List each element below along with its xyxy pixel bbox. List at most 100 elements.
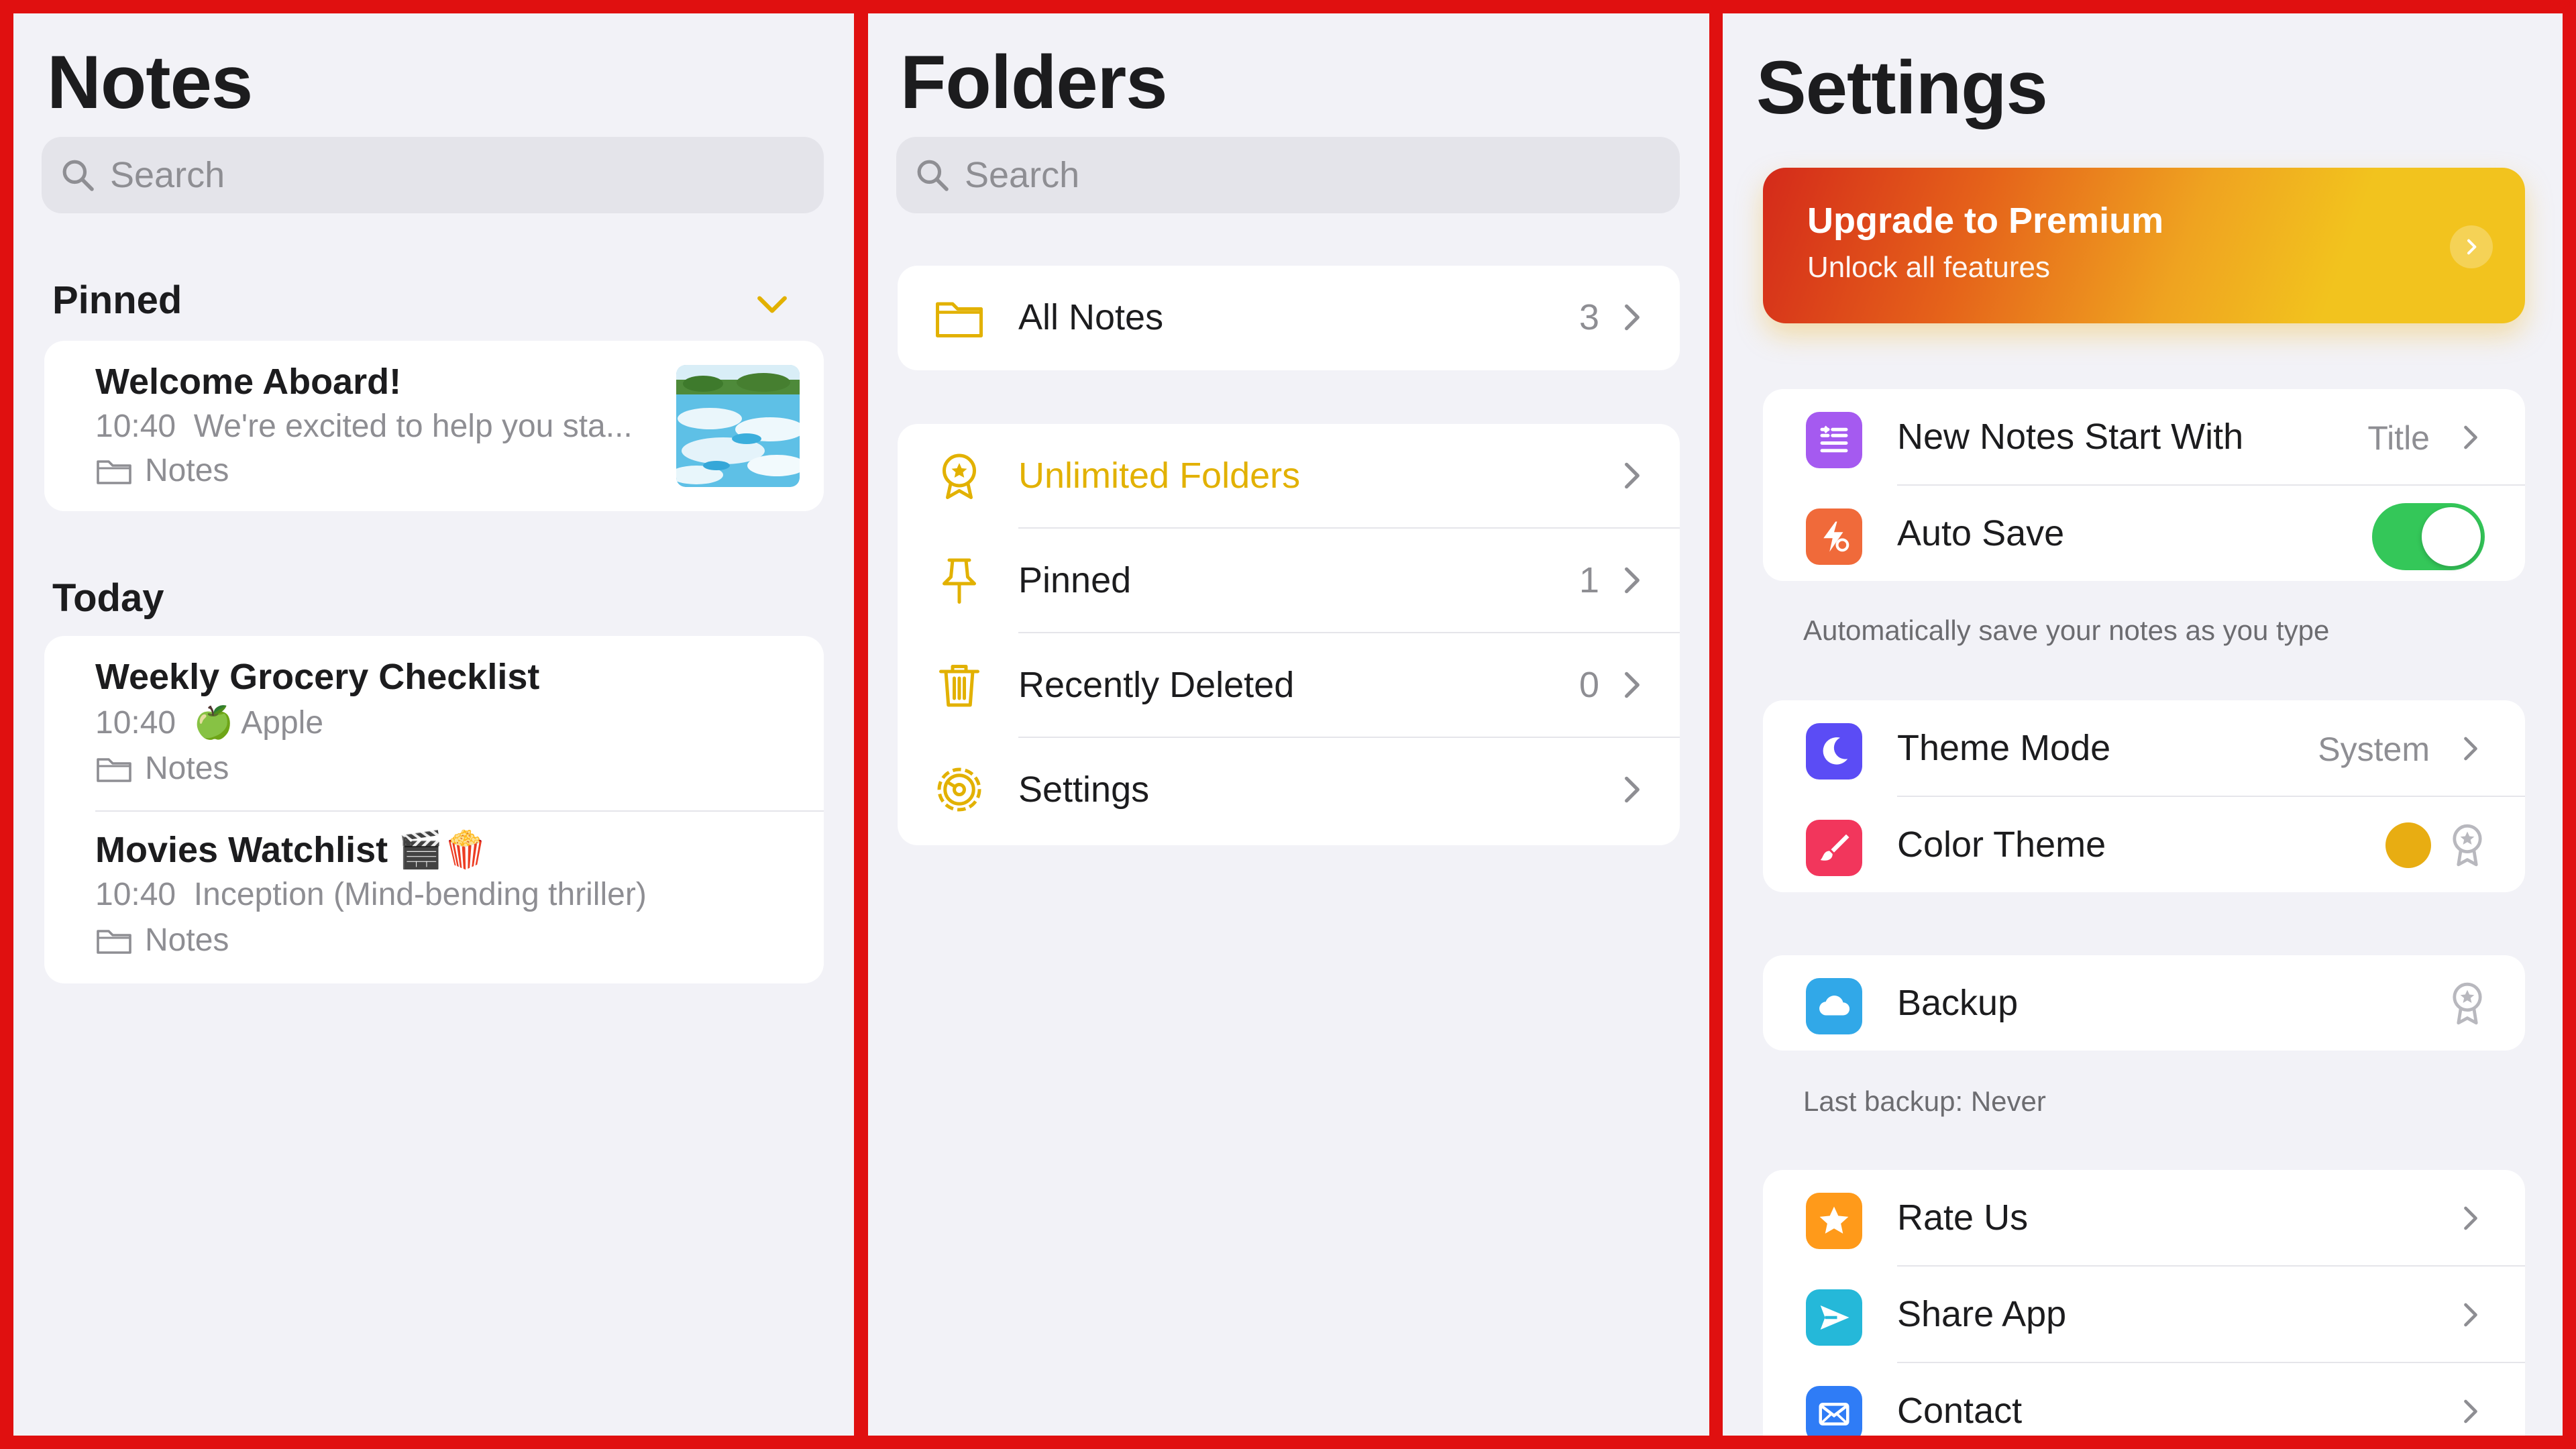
chevron-right-icon: [2464, 1303, 2477, 1327]
settings-group-editing: New Notes Start With Title Auto Save: [1763, 389, 2525, 581]
premium-badge-icon: [2453, 824, 2482, 867]
chevron-right-icon: [1625, 776, 1640, 803]
folder-count: 3: [1578, 297, 1599, 337]
note-title: Weekly Grocery Checklist: [95, 657, 540, 697]
settings-row-theme-mode[interactable]: Theme Mode System: [1763, 700, 2525, 796]
chevron-right-icon: [2464, 1399, 2477, 1424]
search-input[interactable]: [965, 154, 1578, 196]
note-title: Movies Watchlist 🎬🍿: [95, 830, 488, 870]
moon-icon: [1806, 723, 1862, 780]
folder-label: Pinned: [1018, 560, 1132, 600]
folder-icon: [97, 757, 131, 782]
upgrade-premium-banner[interactable]: Upgrade to Premium Unlock all features: [1763, 168, 2525, 323]
note-time: 10:40: [95, 705, 176, 741]
bolt-icon: [1806, 508, 1862, 565]
premium-title: Upgrade to Premium: [1807, 201, 2164, 241]
folder-label: Settings: [1018, 769, 1150, 810]
folder-row-all-notes[interactable]: All Notes 3: [898, 266, 1680, 369]
today-notes-card: Weekly Grocery Checklist 10:40 🍏 Apple N…: [44, 636, 824, 983]
settings-group-support: Rate Us Share App Contact: [1763, 1170, 2525, 1436]
page-title: Folders: [900, 40, 1168, 124]
gear-icon: [932, 763, 986, 816]
page-title: Notes: [47, 40, 253, 124]
pinned-notes-card: Welcome Aboard! 10:40 We're excited to h…: [44, 341, 824, 511]
settings-group-backup: Backup: [1763, 955, 2525, 1051]
settings-row-auto-save: Auto Save: [1763, 486, 2525, 581]
folder-row-pinned[interactable]: Pinned 1: [898, 529, 1680, 632]
auto-save-toggle[interactable]: [2372, 503, 2485, 570]
notes-panel: Notes Pinned Welcome Aboard! 10:40 We're…: [13, 13, 854, 1436]
settings-panel: Settings Upgrade to Premium Unlock all f…: [1723, 13, 2563, 1436]
settings-label: Share App: [1897, 1294, 2067, 1334]
settings-row-share-app[interactable]: Share App: [1763, 1267, 2525, 1362]
send-icon: [1806, 1289, 1862, 1346]
note-title: Welcome Aboard!: [95, 362, 402, 402]
note-folder-label: Notes: [145, 751, 229, 786]
chevron-right-icon: [1625, 462, 1640, 489]
brush-icon: [1806, 820, 1862, 876]
note-meta: 10:40 🍏 Apple: [95, 703, 323, 741]
settings-row-rate-us[interactable]: Rate Us: [1763, 1170, 2525, 1265]
search-icon: [62, 160, 94, 191]
note-thumbnail-image: [676, 365, 800, 487]
trash-icon: [932, 658, 986, 712]
folder-row-unlimited-folders[interactable]: Unlimited Folders: [898, 424, 1680, 527]
page-title: Settings: [1756, 46, 2048, 129]
star-icon: [1806, 1193, 1862, 1249]
settings-value: System: [2318, 731, 2430, 768]
note-meta: 10:40 We're excited to help you sta...: [95, 408, 633, 445]
folder-count: 1: [1578, 560, 1599, 600]
search-icon: [917, 160, 949, 191]
note-folder: Notes: [95, 452, 229, 489]
settings-label: Auto Save: [1897, 513, 2065, 553]
color-theme-swatch: [2385, 822, 2431, 868]
folder-row-recently-deleted[interactable]: Recently Deleted 0: [898, 633, 1680, 737]
premium-badge-icon: [2453, 982, 2482, 1025]
note-time: 10:40: [95, 409, 176, 444]
settings-label: Color Theme: [1897, 824, 2106, 865]
note-item[interactable]: Weekly Grocery Checklist 10:40 🍏 Apple N…: [44, 636, 824, 810]
note-item[interactable]: Movies Watchlist 🎬🍿 10:40 Inception (Min…: [44, 810, 824, 983]
settings-label: Rate Us: [1897, 1197, 2029, 1238]
settings-label: Theme Mode: [1897, 728, 2111, 768]
settings-row-new-notes-start-with[interactable]: New Notes Start With Title: [1763, 389, 2525, 484]
note-folder: Notes: [95, 922, 229, 959]
search-input[interactable]: [110, 154, 722, 196]
search-bar[interactable]: [42, 137, 824, 213]
chevron-right-icon: [2464, 425, 2477, 449]
note-time: 10:40: [95, 877, 176, 912]
cloud-icon: [1806, 978, 1862, 1034]
settings-value: Title: [2367, 419, 2430, 457]
all-notes-card: All Notes 3: [898, 266, 1680, 370]
chevron-right-icon: [2467, 239, 2477, 255]
folder-row-settings[interactable]: Settings: [898, 738, 1680, 841]
folder-label: Recently Deleted: [1018, 665, 1295, 705]
mail-icon: [1806, 1386, 1862, 1436]
folders-panel: Folders All Notes 3 Unlimited Folders: [868, 13, 1709, 1436]
settings-row-contact[interactable]: Contact: [1763, 1363, 2525, 1436]
search-bar[interactable]: [896, 137, 1680, 213]
folders-list-card: Unlimited Folders Pinned 1 Recently Dele…: [898, 424, 1680, 845]
note-meta: 10:40 Inception (Mind-bending thriller): [95, 876, 647, 913]
backup-caption: Last backup: Never: [1803, 1085, 2046, 1117]
settings-group-appearance: Theme Mode System Color Theme: [1763, 700, 2525, 892]
note-preview: 🍏 Apple: [193, 705, 324, 741]
today-section-label: Today: [52, 576, 164, 620]
folder-icon: [97, 929, 131, 954]
chevron-down-icon[interactable]: [755, 294, 789, 317]
chevron-right-icon: [2464, 737, 2477, 761]
premium-chevron-button[interactable]: [2450, 225, 2493, 268]
note-item[interactable]: Welcome Aboard! 10:40 We're excited to h…: [44, 341, 824, 511]
chevron-right-icon: [2464, 1206, 2477, 1230]
folder-count: 0: [1578, 665, 1599, 705]
toggle-knob: [2422, 507, 2481, 566]
pinned-section-label: Pinned: [52, 278, 182, 322]
settings-row-color-theme[interactable]: Color Theme: [1763, 797, 2525, 892]
note-folder-label: Notes: [145, 922, 229, 958]
note-preview: We're excited to help you sta...: [193, 409, 633, 444]
settings-label: New Notes Start With: [1897, 417, 2244, 457]
chevron-right-icon: [1625, 672, 1640, 698]
note-preview: Inception (Mind-bending thriller): [193, 877, 647, 912]
settings-label: Contact: [1897, 1391, 2023, 1431]
settings-row-backup[interactable]: Backup: [1763, 955, 2525, 1051]
